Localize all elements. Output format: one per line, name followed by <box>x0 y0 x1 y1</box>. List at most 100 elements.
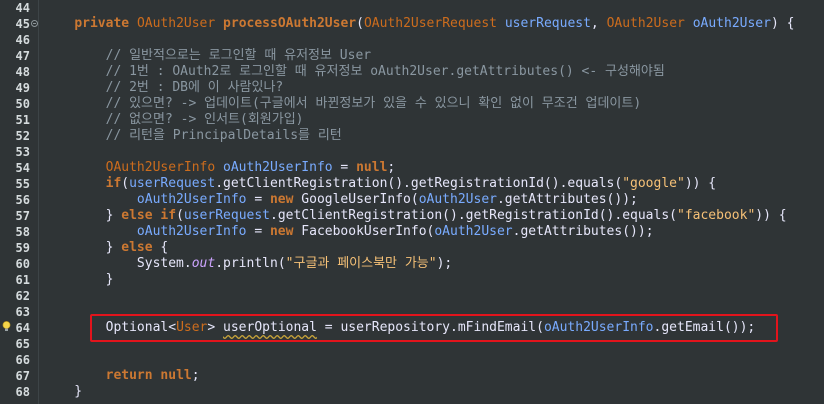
code-token: OAuth2User <box>606 16 685 31</box>
code-line[interactable]: 47 // 일반적으로는 로그인할 때 유저정보 User <box>0 48 824 64</box>
line-number: 62 <box>15 289 30 303</box>
line-number: 55 <box>15 177 30 191</box>
code-token: "구글과 페이스북만 가능" <box>285 256 437 271</box>
code-token: ( <box>356 16 364 31</box>
code-text[interactable]: // 리턴을 PrincipalDetails를 리턴 <box>43 128 342 144</box>
code-token: // 일반적으로는 로그인할 때 유저정보 User <box>43 48 372 63</box>
code-token: GoogleUserInfo( <box>293 192 419 207</box>
code-line[interactable]: 54 OAuth2UserInfo oAuth2UserInfo = null; <box>0 160 824 176</box>
line-number: 57 <box>15 209 30 223</box>
code-line[interactable]: 59 } else { <box>0 240 824 256</box>
code-text[interactable]: // 있으면? -> 업데이트(구글에서 바뀐정보가 있을 수 있으니 확인 없… <box>43 96 642 112</box>
code-text[interactable]: } else if(userRequest.getClientRegistrat… <box>43 208 787 224</box>
code-token: oAuth2UserInfo <box>136 192 247 207</box>
code-line[interactable]: 61 } <box>0 272 824 288</box>
line-number: 52 <box>15 129 30 143</box>
code-token: )) { <box>684 176 717 191</box>
code-token: )) { <box>755 208 787 223</box>
code-line[interactable]: 52 // 리턴을 PrincipalDetails를 리턴 <box>0 128 824 144</box>
code-text[interactable]: } <box>43 384 82 400</box>
line-number: 60 <box>15 257 30 271</box>
line-number: 44 <box>15 1 30 15</box>
line-number: 66 <box>15 353 30 367</box>
code-text[interactable]: oAuth2UserInfo = new GoogleUserInfo(oAut… <box>43 192 638 208</box>
code-line[interactable]: 49 // 2번 : DB에 이 사람있나? <box>0 80 824 96</box>
code-text[interactable]: // 일반적으로는 로그인할 때 유저정보 User <box>43 48 372 64</box>
code-line[interactable]: 57 } else if(userRequest.getClientRegist… <box>0 208 824 224</box>
code-token: "google" <box>622 176 685 191</box>
code-line[interactable]: 46 <box>0 32 824 48</box>
code-token: ) { <box>770 16 795 31</box>
line-number: 61 <box>15 273 30 287</box>
code-token: else <box>121 240 153 255</box>
code-token: else <box>121 208 153 223</box>
code-line[interactable]: 68 } <box>0 384 824 400</box>
code-line[interactable]: 58 oAuth2UserInfo = new FacebookUserInfo… <box>0 224 824 240</box>
code-line[interactable]: 45 private OAuth2User processOAuth2User(… <box>0 16 824 32</box>
line-number: 48 <box>15 65 30 79</box>
line-number: 68 <box>15 385 30 399</box>
line-number: 50 <box>15 97 30 111</box>
code-text[interactable]: } <box>43 272 114 288</box>
code-token: oAuth2UserInfo <box>136 224 247 239</box>
code-line[interactable]: 48 // 1번 : OAuth2로 로그인할 때 유저정보 oAuth2Use… <box>0 64 824 80</box>
code-line[interactable]: 67 return null; <box>0 368 824 384</box>
code-text[interactable]: System.out.println("구글과 페이스북만 가능"); <box>43 256 452 272</box>
code-token: userRequest <box>129 176 216 191</box>
code-token: .println( <box>215 256 286 271</box>
code-text[interactable]: // 1번 : OAuth2로 로그인할 때 유저정보 oAuth2User.g… <box>43 64 665 80</box>
lightbulb-warning-icon[interactable] <box>2 321 11 332</box>
line-number: 45 <box>15 17 30 31</box>
code-line[interactable]: 53 <box>0 144 824 160</box>
code-token: { <box>152 240 169 255</box>
code-text[interactable]: private OAuth2User processOAuth2User(OAu… <box>43 16 794 32</box>
code-line[interactable]: 60 System.out.println("구글과 페이스북만 가능"); <box>0 256 824 272</box>
code-token: processOAuth2User <box>223 16 357 31</box>
code-editor[interactable]: 44 45 private OAuth2User processOAuth2Use… <box>0 0 824 404</box>
fold-collapse-icon[interactable] <box>31 20 38 27</box>
code-token: userRequest <box>504 16 591 31</box>
code-line[interactable]: 56 oAuth2UserInfo = new GoogleUserInfo(o… <box>0 192 824 208</box>
line-number: 65 <box>15 337 30 351</box>
code-token: new <box>269 192 294 207</box>
code-text[interactable]: // 없으면? -> 인서트(회원가입) <box>43 112 304 128</box>
code-token: oAuth2UserInfo <box>223 160 333 175</box>
code-token: = <box>332 160 357 175</box>
line-number: 53 <box>15 145 30 159</box>
code-token: ; <box>387 160 396 175</box>
code-token: .getClientRegistration().getRegistration… <box>215 176 623 191</box>
code-token: // 1번 : OAuth2로 로그인할 때 유저정보 oAuth2User.g… <box>43 64 665 79</box>
line-number: 49 <box>15 81 30 95</box>
code-token: private <box>74 16 130 31</box>
code-line[interactable]: 50 // 있으면? -> 업데이트(구글에서 바뀐정보가 있을 수 있으니 확… <box>0 96 824 112</box>
code-token: FacebookUserInfo( <box>293 224 435 239</box>
code-token: System. <box>43 256 192 271</box>
code-text[interactable]: // 2번 : DB에 이 사람있나? <box>43 80 284 96</box>
line-number: 67 <box>15 369 30 383</box>
code-text[interactable]: oAuth2UserInfo = new FacebookUserInfo(oA… <box>43 224 654 240</box>
line-number: 46 <box>15 33 30 47</box>
code-token: // 2번 : DB에 이 사람있나? <box>43 80 284 95</box>
code-line[interactable]: 44 <box>0 0 824 16</box>
code-token: return <box>105 368 153 383</box>
code-text[interactable]: } else { <box>43 240 169 256</box>
code-text[interactable]: OAuth2UserInfo oAuth2UserInfo = null; <box>43 160 396 176</box>
code-line[interactable]: 55 if(userRequest.getClientRegistration(… <box>0 176 824 192</box>
code-text[interactable]: if(userRequest.getClientRegistration().g… <box>43 176 717 192</box>
code-token: new <box>269 224 294 239</box>
code-line[interactable]: 66 <box>0 352 824 368</box>
code-line[interactable]: 62 <box>0 288 824 304</box>
code-line[interactable]: 51 // 없으면? -> 인서트(회원가입) <box>0 112 824 128</box>
code-token: = <box>246 192 270 207</box>
code-text[interactable]: return null; <box>43 368 200 384</box>
line-number: 59 <box>15 241 30 255</box>
code-token: userRequest <box>183 208 270 223</box>
code-token: oAuth2User <box>692 16 771 31</box>
line-number: 54 <box>15 161 30 175</box>
